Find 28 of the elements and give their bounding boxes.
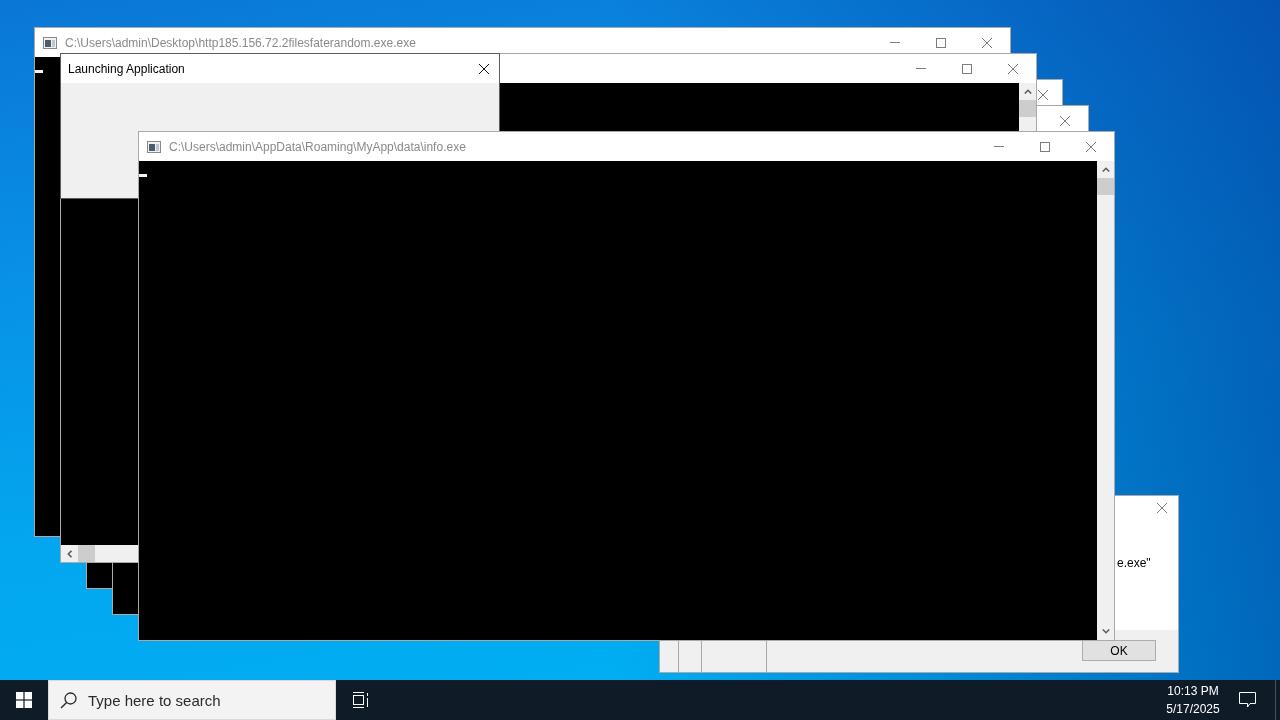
- cursor-icon: [35, 70, 43, 73]
- window-icon: [147, 140, 161, 153]
- scrollbar-thumb[interactable]: [1019, 100, 1036, 117]
- maximize-icon: [1040, 141, 1050, 152]
- maximize-icon: [962, 63, 972, 74]
- chevron-down-icon: [1101, 629, 1110, 634]
- chevron-up-icon: [1023, 89, 1032, 94]
- window-title: C:\Users\admin\AppData\Roaming\MyApp\data\info.exe: [169, 139, 466, 154]
- search-field[interactable]: Type here to search: [48, 680, 336, 720]
- chevron-up-icon: [1101, 167, 1110, 172]
- task-view-icon: [351, 692, 369, 708]
- scrollbar-thumb[interactable]: [78, 545, 95, 562]
- minimize-icon: [994, 146, 1004, 147]
- search-icon: [60, 692, 77, 709]
- windows-logo-icon: [16, 692, 32, 708]
- minimize-icon: [890, 42, 900, 43]
- cursor-icon: [139, 174, 147, 177]
- clock-button[interactable]: 10:13 PM 5/17/2025: [1162, 680, 1224, 720]
- ok-button[interactable]: OK: [1082, 640, 1156, 661]
- window-icon: [43, 36, 57, 49]
- scrollbar-thumb[interactable]: [1097, 178, 1114, 195]
- minimize-icon: [916, 68, 926, 69]
- window-title: Launching Application: [68, 61, 185, 76]
- message-text: e.exe": [1117, 556, 1151, 570]
- speech-bubble-icon: [1238, 692, 1256, 708]
- window-title: C:\Users\admin\Desktop\http185.156.72.2filesfaterandom.exe.exe: [65, 35, 416, 50]
- maximize-icon: [936, 37, 946, 48]
- chevron-left-icon: [67, 549, 72, 558]
